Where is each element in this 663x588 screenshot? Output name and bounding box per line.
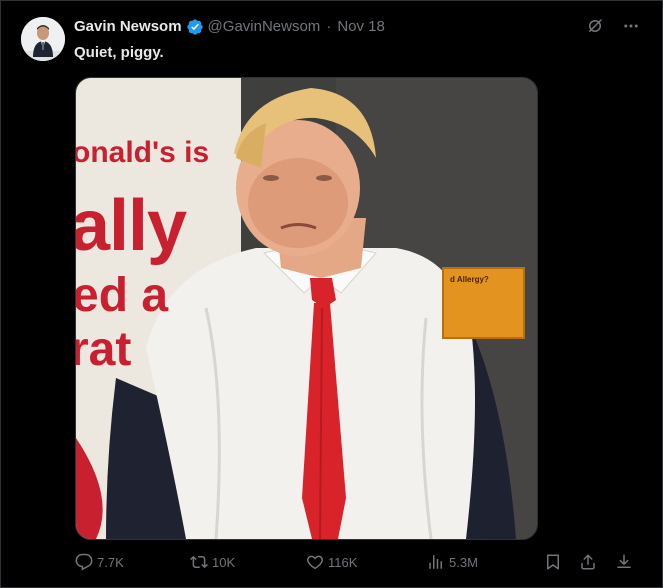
- reply-button[interactable]: 7.7K: [75, 552, 124, 572]
- like-count: 116K: [328, 554, 358, 570]
- allergy-sign: d Allergy?: [442, 267, 525, 339]
- tweet-media[interactable]: onald's is ally ed a rat d Allergy?: [75, 77, 538, 540]
- views-icon: [429, 555, 442, 569]
- heart-icon: [307, 555, 323, 570]
- tweet-header: Gavin Newsom @GavinNewsom · Nov 18: [74, 17, 385, 37]
- allergy-sign-title: d Allergy?: [450, 275, 489, 284]
- views-count: 5.3M: [449, 554, 478, 570]
- reply-count: 7.7K: [97, 554, 124, 570]
- bookmark-button[interactable]: [544, 552, 562, 572]
- separator-dot: ·: [326, 18, 332, 35]
- more-icon[interactable]: [622, 17, 640, 35]
- tweet-top-actions: [586, 17, 640, 35]
- tweet-date[interactable]: Nov 18: [337, 17, 385, 37]
- avatar-image: [21, 17, 65, 61]
- views-button[interactable]: 5.3M: [427, 552, 478, 572]
- share-icon: [581, 554, 595, 570]
- share-button[interactable]: [579, 552, 597, 572]
- author-name[interactable]: Gavin Newsom: [74, 17, 182, 37]
- download-icon: [617, 554, 631, 568]
- author-handle[interactable]: @GavinNewsom: [208, 17, 321, 37]
- tweet-card[interactable]: Gavin Newsom @GavinNewsom · Nov 18 Quiet…: [0, 0, 663, 588]
- verified-badge-icon: [186, 19, 203, 35]
- sign-text-line-3: ed a: [75, 269, 169, 322]
- avatar[interactable]: [21, 17, 65, 61]
- sign-text-line-1: onald's is: [75, 136, 210, 169]
- repost-button[interactable]: 10K: [190, 552, 235, 572]
- reply-icon: [75, 553, 93, 571]
- sign-text-line-4: rat: [75, 323, 132, 376]
- sign-text-line-2: ally: [75, 186, 187, 266]
- grok-icon[interactable]: [586, 17, 604, 35]
- repost-icon: [190, 555, 208, 569]
- bookmark-icon: [547, 554, 559, 570]
- tweet-action-bar: 7.7K 10K 116K 5.3M: [75, 552, 635, 572]
- repost-count: 10K: [212, 554, 236, 570]
- like-button[interactable]: 116K: [306, 552, 357, 572]
- download-button[interactable]: [615, 552, 633, 572]
- tweet-text: Quiet, piggy.: [74, 44, 164, 61]
